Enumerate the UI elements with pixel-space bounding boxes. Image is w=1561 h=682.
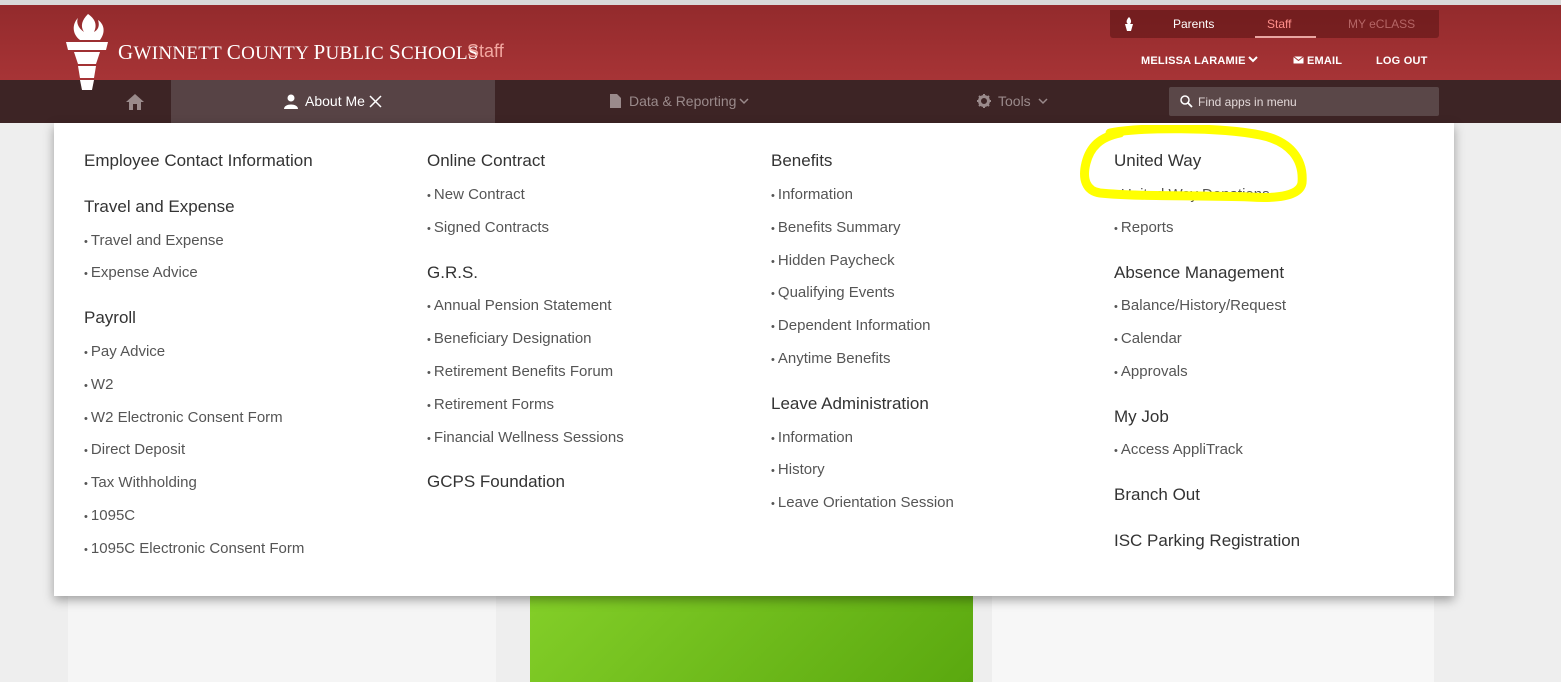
logout-link[interactable]: LOG OUT [1376,55,1428,67]
site-header: GWINNETT COUNTY PUBLIC SCHOOLS Staff Par… [0,5,1561,80]
menu-item[interactable]: Direct Deposit [84,441,185,458]
menu-heading-grs: G.R.S. [427,263,479,282]
nav-tools-label: Tools [998,93,1031,109]
switcher-parents[interactable]: Parents [1173,17,1214,31]
menu-item[interactable]: Expense Advice [84,264,198,281]
document-icon [610,94,621,108]
chevron-down-icon [1038,98,1048,105]
menu-item[interactable]: Travel and Expense [84,232,224,249]
person-icon [284,94,298,109]
nav-about-me[interactable]: About Me [171,80,495,123]
menu-employee-contact[interactable]: Employee Contact Information [84,151,313,171]
menu-item[interactable]: W2 [84,376,114,393]
menu-item-united-way-donations[interactable]: United Way Donations [1114,186,1270,203]
email-link[interactable]: EMAIL [1307,55,1342,67]
search-icon [1180,95,1193,108]
menu-item[interactable]: Access AppliTrack [1114,441,1243,458]
menu-item[interactable]: Hidden Paycheck [771,252,895,269]
nav-data-reporting-label: Data & Reporting [629,93,737,109]
menu-heading-online-contract: Online Contract [427,151,546,170]
menu-item[interactable]: Anytime Benefits [771,350,891,367]
menu-item[interactable]: Dependent Information [771,317,931,334]
menu-branch-out[interactable]: Branch Out [1114,485,1200,505]
main-nav: About Me Data & Reporting Tools [0,80,1561,123]
menu-item[interactable]: Financial Wellness Sessions [427,429,624,446]
menu-item[interactable]: Benefits Summary [771,219,901,236]
menu-item[interactable]: 1095C Electronic Consent Form [84,540,304,557]
gcps-torch-logo[interactable] [64,12,110,92]
menu-item[interactable]: W2 Electronic Consent Form [84,409,283,426]
portal-switcher: Parents Staff MY eCLASS [1110,10,1439,38]
switcher-staff-underline [1255,36,1316,38]
menu-item[interactable]: Balance/History/Request [1114,297,1286,314]
nav-about-me-label: About Me [305,93,365,109]
brand-staff-label: Staff [467,41,504,61]
menu-item[interactable]: Information [771,429,853,446]
menu-item[interactable]: Calendar [1114,330,1182,347]
switcher-staff[interactable]: Staff [1267,17,1291,31]
menu-item[interactable]: Qualifying Events [771,284,895,301]
chevron-down-icon[interactable] [1248,55,1258,63]
menu-item[interactable]: 1095C [84,507,135,524]
mail-icon [1293,56,1304,64]
menu-item[interactable]: Reports [1114,219,1174,236]
menu-isc-parking[interactable]: ISC Parking Registration [1114,531,1300,551]
menu-heading-united-way: United Way [1114,151,1202,170]
switcher-my-eclass[interactable]: MY eCLASS [1348,17,1415,31]
gear-icon [977,94,991,108]
user-menu[interactable]: MELISSA LARAMIE [1141,55,1246,67]
menu-item[interactable]: Pay Advice [84,343,165,360]
menu-item[interactable]: Beneficiary Designation [427,330,592,347]
menu-heading-benefits: Benefits [771,151,833,170]
menu-item[interactable]: Retirement Benefits Forum [427,363,613,380]
menu-item[interactable]: Information [771,186,853,203]
chevron-down-icon [739,98,749,105]
menu-heading-payroll: Payroll [84,308,136,327]
menu-item[interactable]: Tax Withholding [84,474,197,491]
app-search [1169,87,1439,116]
menu-gcps-foundation[interactable]: GCPS Foundation [427,472,565,492]
home-icon[interactable] [125,93,145,111]
menu-heading-my-job: My Job [1114,407,1169,426]
menu-heading-travel: Travel and Expense [84,197,235,216]
menu-heading-leave: Leave Administration [771,394,929,413]
close-icon[interactable] [369,95,382,108]
menu-item[interactable]: Retirement Forms [427,396,554,413]
menu-item[interactable]: Signed Contracts [427,219,549,236]
menu-heading-absence: Absence Management [1114,263,1285,282]
site-brand[interactable]: GWINNETT COUNTY PUBLIC SCHOOLS [118,40,479,65]
menu-item[interactable]: Leave Orientation Session [771,494,954,511]
menu-item[interactable]: New Contract [427,186,525,203]
menu-item[interactable]: History [771,461,825,478]
menu-item[interactable]: Annual Pension Statement [427,297,612,314]
torch-icon [1125,17,1133,31]
about-me-dropdown: Employee Contact Information Travel and … [54,123,1454,596]
menu-item[interactable]: Approvals [1114,363,1188,380]
app-search-input[interactable] [1198,87,1433,116]
